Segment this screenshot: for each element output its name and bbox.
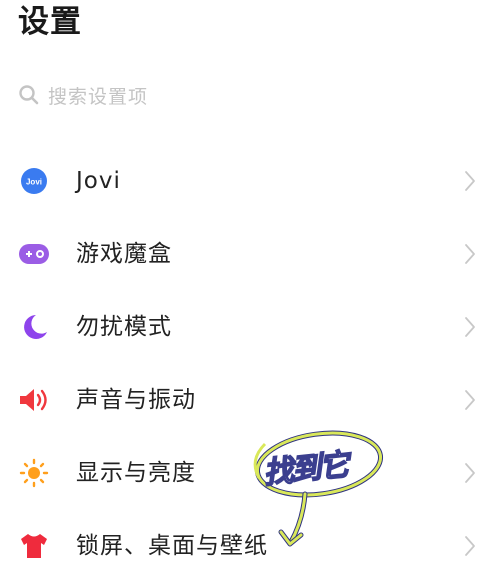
settings-item-game-box[interactable]: 游戏魔盒 — [0, 217, 500, 290]
tshirt-icon — [21, 534, 47, 558]
chevron-right-icon — [465, 317, 475, 337]
settings-item-jovi[interactable]: Jovi Jovi — [0, 144, 500, 217]
moon-icon — [24, 315, 47, 339]
settings-item-label: 声音与振动 — [76, 387, 196, 413]
sun-icon — [19, 458, 49, 488]
settings-item-do-not-disturb[interactable]: 勿扰模式 — [0, 290, 500, 363]
game-box-icon — [19, 244, 49, 264]
settings-item-label: 显示与亮度 — [76, 460, 196, 486]
page-title: 设置 — [18, 4, 82, 40]
search-placeholder: 搜索设置项 — [48, 85, 149, 108]
chevron-right-icon — [465, 171, 475, 191]
jovi-icon: Jovi — [21, 168, 47, 194]
search-icon — [19, 85, 39, 105]
settings-item-label: 勿扰模式 — [76, 314, 172, 340]
settings-item-label: Jovi — [76, 168, 121, 194]
speaker-icon — [20, 389, 47, 411]
chevron-right-icon — [465, 463, 475, 483]
chevron-right-icon — [465, 390, 475, 410]
settings-item-label: 锁屏、桌面与壁纸 — [76, 533, 268, 559]
annotation-label: 找到它 — [261, 447, 350, 492]
settings-item-label: 游戏魔盒 — [76, 241, 172, 267]
search-bar[interactable]: 搜索设置项 — [18, 80, 478, 110]
jovi-icon-text: Jovi — [26, 178, 42, 187]
chevron-right-icon — [465, 244, 475, 264]
chevron-right-icon — [465, 536, 475, 556]
